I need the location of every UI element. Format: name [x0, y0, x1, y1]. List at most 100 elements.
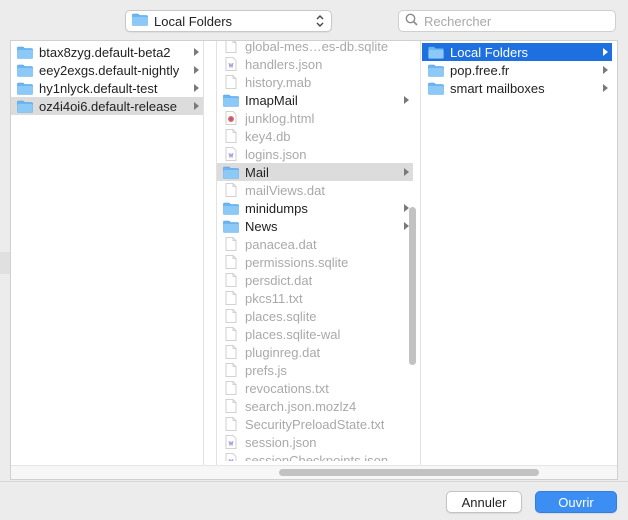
item-name: history.mab: [245, 74, 312, 90]
search-input[interactable]: [424, 13, 604, 29]
footer-divider: [0, 481, 628, 482]
file-icon: [223, 381, 239, 395]
folder-icon: [17, 99, 33, 113]
folder-row[interactable]: eey2exgs.default-nightly: [11, 61, 203, 79]
item-name: junklog.html: [245, 110, 315, 126]
item-name: prefs.js: [245, 362, 287, 378]
horizontal-scrollbar[interactable]: [279, 469, 539, 476]
file-row[interactable]: handlers.json: [217, 55, 413, 73]
chevron-up-down-icon: [315, 13, 325, 29]
folder-row[interactable]: oz4i4oi6.default-release: [11, 97, 203, 115]
file-row[interactable]: global-mes…es-db.sqlite: [217, 41, 413, 55]
file-row[interactable]: sessionCheckpoints.json: [217, 451, 413, 461]
column-divider[interactable]: [203, 41, 204, 465]
disclosure-arrow-icon: [194, 84, 199, 92]
file-row[interactable]: places.sqlite: [217, 307, 413, 325]
item-name: sessionCheckpoints.json: [245, 452, 389, 462]
search-field[interactable]: [398, 10, 616, 32]
item-name: News: [245, 218, 278, 234]
file-icon: [223, 41, 239, 53]
item-name: smart mailboxes: [450, 80, 545, 96]
file-row[interactable]: history.mab: [217, 73, 413, 91]
file-row[interactable]: search.json.mozlz4: [217, 397, 413, 415]
folder-icon: [17, 63, 33, 77]
json-file-icon: [223, 453, 239, 461]
folder-row[interactable]: Mail: [217, 163, 413, 181]
item-name: search.json.mozlz4: [245, 398, 357, 414]
folder-row[interactable]: smart mailboxes: [422, 79, 612, 97]
disclosure-arrow-icon: [404, 96, 409, 104]
folder-icon: [428, 63, 444, 77]
folder-icon: [17, 45, 33, 59]
file-row[interactable]: session.json: [217, 433, 413, 451]
disclosure-arrow-icon: [603, 48, 608, 56]
open-button[interactable]: Ouvrir: [535, 491, 617, 513]
item-name: permissions.sqlite: [245, 254, 349, 270]
item-name: oz4i4oi6.default-release: [39, 98, 178, 114]
column-mail[interactable]: Local Folders pop.free.fr smart mailboxes: [422, 41, 612, 465]
item-name: handlers.json: [245, 56, 323, 72]
column-profiles[interactable]: btax8zyg.default-beta2 eey2exgs.default-n…: [11, 41, 203, 465]
file-row[interactable]: prefs.js: [217, 361, 413, 379]
search-icon: [405, 13, 418, 29]
file-row[interactable]: panacea.dat: [217, 235, 413, 253]
item-name: persdict.dat: [245, 272, 313, 288]
folder-row[interactable]: News: [217, 217, 413, 235]
item-name: SecurityPreloadState.txt: [245, 416, 385, 432]
column-files[interactable]: global-mes…es-db.sqlite handlers.json hist…: [217, 41, 413, 461]
json-file-icon: [223, 147, 239, 161]
item-name: mailViews.dat: [245, 182, 325, 198]
file-icon: [223, 399, 239, 413]
location-popup[interactable]: Local Folders: [125, 10, 332, 32]
file-icon: [223, 291, 239, 305]
disclosure-arrow-icon: [404, 168, 409, 176]
item-name: pop.free.fr: [450, 62, 510, 78]
file-icon: [223, 273, 239, 287]
item-name: session.json: [245, 434, 317, 450]
disclosure-arrow-icon: [603, 84, 608, 92]
file-icon: [223, 237, 239, 251]
file-row[interactable]: permissions.sqlite: [217, 253, 413, 271]
file-row[interactable]: pluginreg.dat: [217, 343, 413, 361]
column-divider[interactable]: [420, 41, 421, 465]
folder-row[interactable]: ImapMail: [217, 91, 413, 109]
item-name: places.sqlite-wal: [245, 326, 341, 342]
folder-icon: [132, 13, 148, 29]
item-name: btax8zyg.default-beta2: [39, 44, 171, 60]
folder-row[interactable]: hy1nlyck.default-test: [11, 79, 203, 97]
item-name: minidumps: [245, 200, 308, 216]
file-row[interactable]: pkcs11.txt: [217, 289, 413, 307]
folder-icon: [223, 219, 239, 233]
file-row[interactable]: logins.json: [217, 145, 413, 163]
cancel-button[interactable]: Annuler: [446, 491, 522, 513]
folder-row[interactable]: Local Folders: [422, 43, 612, 61]
folder-icon: [223, 165, 239, 179]
file-row[interactable]: places.sqlite-wal: [217, 325, 413, 343]
item-name: panacea.dat: [245, 236, 317, 252]
disclosure-arrow-icon: [194, 48, 199, 56]
json-file-icon: [223, 57, 239, 71]
folder-row[interactable]: pop.free.fr: [422, 61, 612, 79]
toolbar: Local Folders: [0, 0, 628, 40]
file-icon: [223, 129, 239, 143]
file-row[interactable]: SecurityPreloadState.txt: [217, 415, 413, 433]
file-row[interactable]: mailViews.dat: [217, 181, 413, 199]
item-name: eey2exgs.default-nightly: [39, 62, 180, 78]
file-row[interactable]: revocations.txt: [217, 379, 413, 397]
item-name: key4.db: [245, 128, 291, 144]
item-name: revocations.txt: [245, 380, 329, 396]
file-icon: [223, 75, 239, 89]
item-name: hy1nlyck.default-test: [39, 80, 158, 96]
file-icon: [223, 363, 239, 377]
vertical-scrollbar[interactable]: [409, 207, 416, 365]
file-icon: [223, 183, 239, 197]
file-row[interactable]: persdict.dat: [217, 271, 413, 289]
folder-icon: [223, 93, 239, 107]
folder-row[interactable]: btax8zyg.default-beta2: [11, 43, 203, 61]
column-browser: btax8zyg.default-beta2 eey2exgs.default-n…: [10, 40, 618, 480]
file-icon: [223, 345, 239, 359]
file-row[interactable]: junklog.html: [217, 109, 413, 127]
file-icon: [223, 309, 239, 323]
file-row[interactable]: key4.db: [217, 127, 413, 145]
folder-row[interactable]: minidumps: [217, 199, 413, 217]
